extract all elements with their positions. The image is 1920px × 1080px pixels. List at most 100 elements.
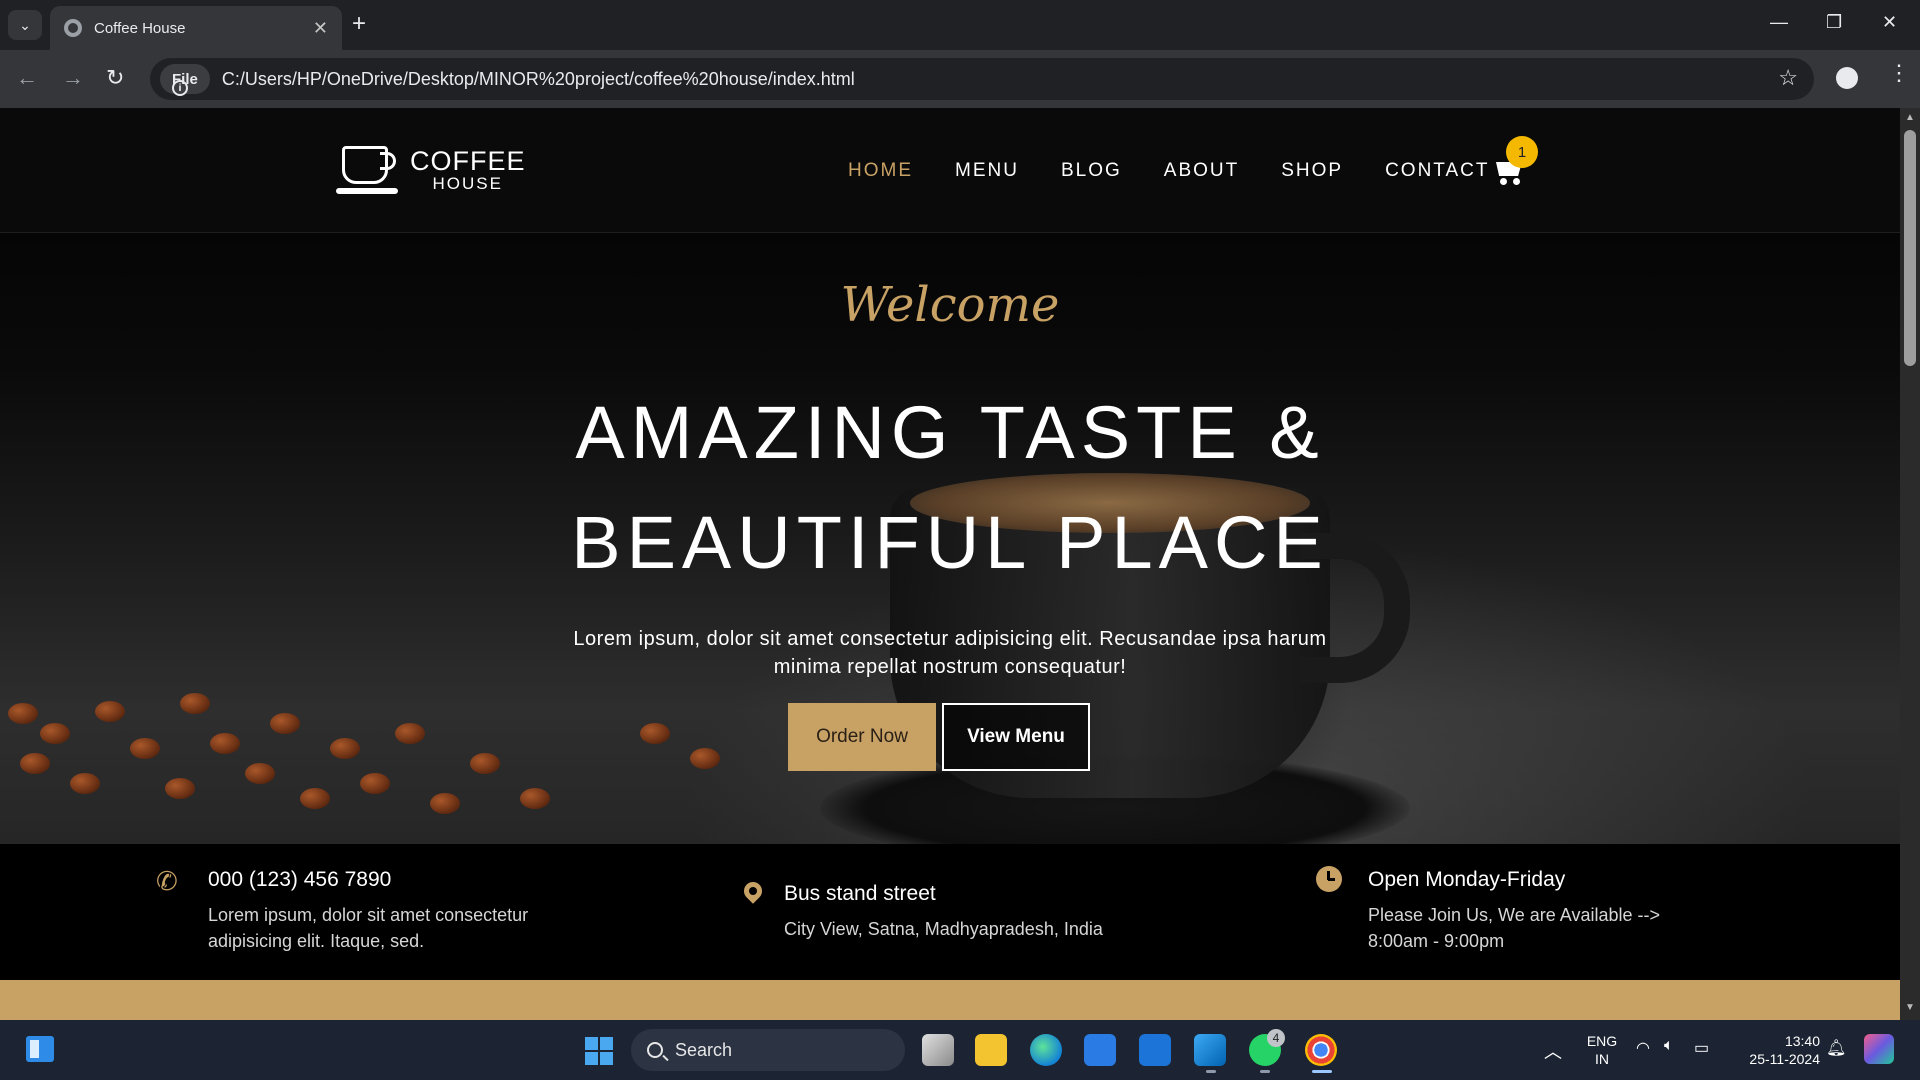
reload-icon[interactable]: ↻ <box>106 66 124 90</box>
clock-icon <box>1316 866 1342 892</box>
vscode-running-indicator <box>1206 1070 1216 1073</box>
notification-bell-icon[interactable]: 🔔︎ <box>1826 1038 1846 1058</box>
copilot-icon[interactable] <box>1864 1034 1894 1064</box>
coffee-bean <box>180 693 210 714</box>
minimize-icon[interactable]: — <box>1770 12 1788 33</box>
nav-about[interactable]: ABOUT <box>1164 160 1239 182</box>
next-section-band <box>0 980 1900 1020</box>
mail-icon[interactable] <box>1084 1034 1116 1066</box>
info-strip: ✆ 000 (123) 456 7890 Lorem ipsum, dolor … <box>0 844 1900 980</box>
coffee-bean <box>130 738 160 759</box>
url-text[interactable]: C:/Users/HP/OneDrive/Desktop/MINOR%20pro… <box>222 69 855 90</box>
hours-description: Please Join Us, We are Available --> 8:0… <box>1368 905 1660 951</box>
bookmark-star-icon[interactable]: ☆ <box>1778 65 1798 91</box>
coffee-bean <box>40 723 70 744</box>
coffee-bean <box>95 701 125 722</box>
close-window-icon[interactable]: ✕ <box>1882 12 1897 33</box>
cart-count-badge: 1 <box>1506 136 1538 168</box>
tab-close-icon[interactable]: ✕ <box>313 18 328 39</box>
headline-line1: AMAZING TASTE & <box>575 391 1325 474</box>
whatsapp-badge: 4 <box>1267 1029 1285 1047</box>
coffee-bean <box>165 778 195 799</box>
scroll-up-icon[interactable]: ▲ <box>1905 112 1915 123</box>
vscode-icon[interactable] <box>1194 1034 1226 1066</box>
site-header: COFFEE HOUSE HOME MENU BLOG ABOUT SHOP C… <box>0 108 1900 233</box>
hero-subtext: Lorem ipsum, dolor sit amet consectetur … <box>573 628 1327 678</box>
hero-section: Welcome AMAZING TASTE & BEAUTIFUL PLACE … <box>0 233 1900 844</box>
nav-blog[interactable]: BLOG <box>1061 160 1122 182</box>
chrome-active-indicator <box>1312 1070 1332 1073</box>
restore-icon[interactable]: ❐ <box>1826 12 1842 33</box>
coffee-bean <box>430 793 460 814</box>
coffee-bean <box>70 773 100 794</box>
wifi-icon[interactable]: ◠ <box>1636 1038 1650 1058</box>
coffee-bean <box>245 763 275 784</box>
tab-title: Coffee House <box>94 19 186 37</box>
mylio-icon[interactable] <box>1139 1034 1171 1066</box>
task-view-icon[interactable] <box>922 1034 954 1066</box>
logo-line2: HOUSE <box>432 174 503 193</box>
map-pin-icon <box>740 878 766 904</box>
logo-line1: COFFEE <box>410 146 526 176</box>
globe-icon <box>64 19 82 37</box>
language-indicator[interactable]: ENG IN <box>1582 1032 1622 1068</box>
coffee-bean <box>330 738 360 759</box>
nav-home[interactable]: HOME <box>848 160 913 182</box>
new-tab-button[interactable]: + <box>352 12 366 36</box>
volume-icon[interactable]: 🔈︎ <box>1664 1037 1674 1055</box>
windows-start-icon[interactable] <box>585 1037 613 1065</box>
scroll-down-icon[interactable]: ▼ <box>1905 1002 1915 1013</box>
whatsapp-running-indicator <box>1260 1070 1270 1073</box>
coffee-bean <box>690 748 720 769</box>
widgets-icon[interactable] <box>26 1036 54 1062</box>
site-info-chip[interactable]: i File <box>160 64 210 96</box>
page-scrollbar[interactable]: ▲ ▼ <box>1900 108 1920 1020</box>
coffee-bean <box>520 788 550 809</box>
taskbar-search-label: Search <box>675 1039 733 1060</box>
nav-menu[interactable]: MENU <box>955 160 1019 182</box>
file-explorer-icon[interactable] <box>975 1034 1007 1066</box>
tab-search-button[interactable]: ⌄ <box>8 10 42 40</box>
coffee-bean <box>8 703 38 724</box>
phone-description: Lorem ipsum, dolor sit amet consectetur … <box>208 905 529 951</box>
clock-date[interactable]: 13:40 25-11-2024 <box>1736 1032 1820 1068</box>
coffee-bean <box>395 723 425 744</box>
hero-headline: AMAZING TASTE & BEAUTIFUL PLACE <box>0 378 1900 598</box>
forward-icon[interactable]: → <box>62 66 84 90</box>
nav-contact[interactable]: CONTACT <box>1385 160 1489 182</box>
search-icon <box>647 1042 663 1058</box>
site-logo[interactable]: COFFEE HOUSE <box>336 146 526 194</box>
omnibox[interactable]: i File C:/Users/HP/OneDrive/Desktop/MINO… <box>150 58 1814 100</box>
phone-number: 000 (123) 456 7890 <box>208 868 392 891</box>
info-icon: i <box>172 80 188 96</box>
view-menu-button[interactable]: View Menu <box>942 703 1090 771</box>
browser-tab[interactable]: Coffee House ✕ <box>50 6 342 50</box>
taskbar-search[interactable]: Search <box>631 1029 905 1071</box>
coffee-bean <box>210 733 240 754</box>
coffee-bean <box>20 753 50 774</box>
hours-heading: Open Monday-Friday <box>1368 868 1566 891</box>
coffee-bean <box>300 788 330 809</box>
battery-icon[interactable]: ▭ <box>1694 1038 1709 1058</box>
browser-tab-bar: ⌄ Coffee House ✕ + — ❐ ✕ <box>0 0 1920 50</box>
browser-menu-icon[interactable]: ⋮ <box>1888 62 1910 84</box>
coffee-cup-icon <box>336 146 400 194</box>
windows-taskbar: Search ︿ ENG IN ◠ 🔈︎ ▭ 13:40 25-11-2024 … <box>0 1020 1920 1080</box>
show-hidden-icons-chevron-icon[interactable]: ︿ <box>1544 1038 1562 1064</box>
order-now-button[interactable]: Order Now <box>788 703 936 771</box>
chrome-icon[interactable] <box>1305 1034 1337 1066</box>
address-detail: City View, Satna, Madhyapradesh, India <box>784 919 1103 939</box>
nav-shop[interactable]: SHOP <box>1281 160 1343 182</box>
coffee-bean <box>360 773 390 794</box>
address-heading: Bus stand street <box>784 882 936 905</box>
coffee-bean <box>270 713 300 734</box>
address-bar-row: ← → ↻ i File C:/Users/HP/OneDrive/Deskto… <box>0 50 1920 108</box>
back-icon[interactable]: ← <box>16 66 38 90</box>
coffee-bean <box>470 753 500 774</box>
coffee-bean <box>640 723 670 744</box>
edge-icon[interactable] <box>1030 1034 1062 1066</box>
scroll-thumb[interactable] <box>1904 130 1916 366</box>
welcome-script-title: Welcome <box>840 277 1060 333</box>
profile-icon[interactable] <box>1836 67 1858 89</box>
page-viewport: COFFEE HOUSE HOME MENU BLOG ABOUT SHOP C… <box>0 108 1900 1020</box>
